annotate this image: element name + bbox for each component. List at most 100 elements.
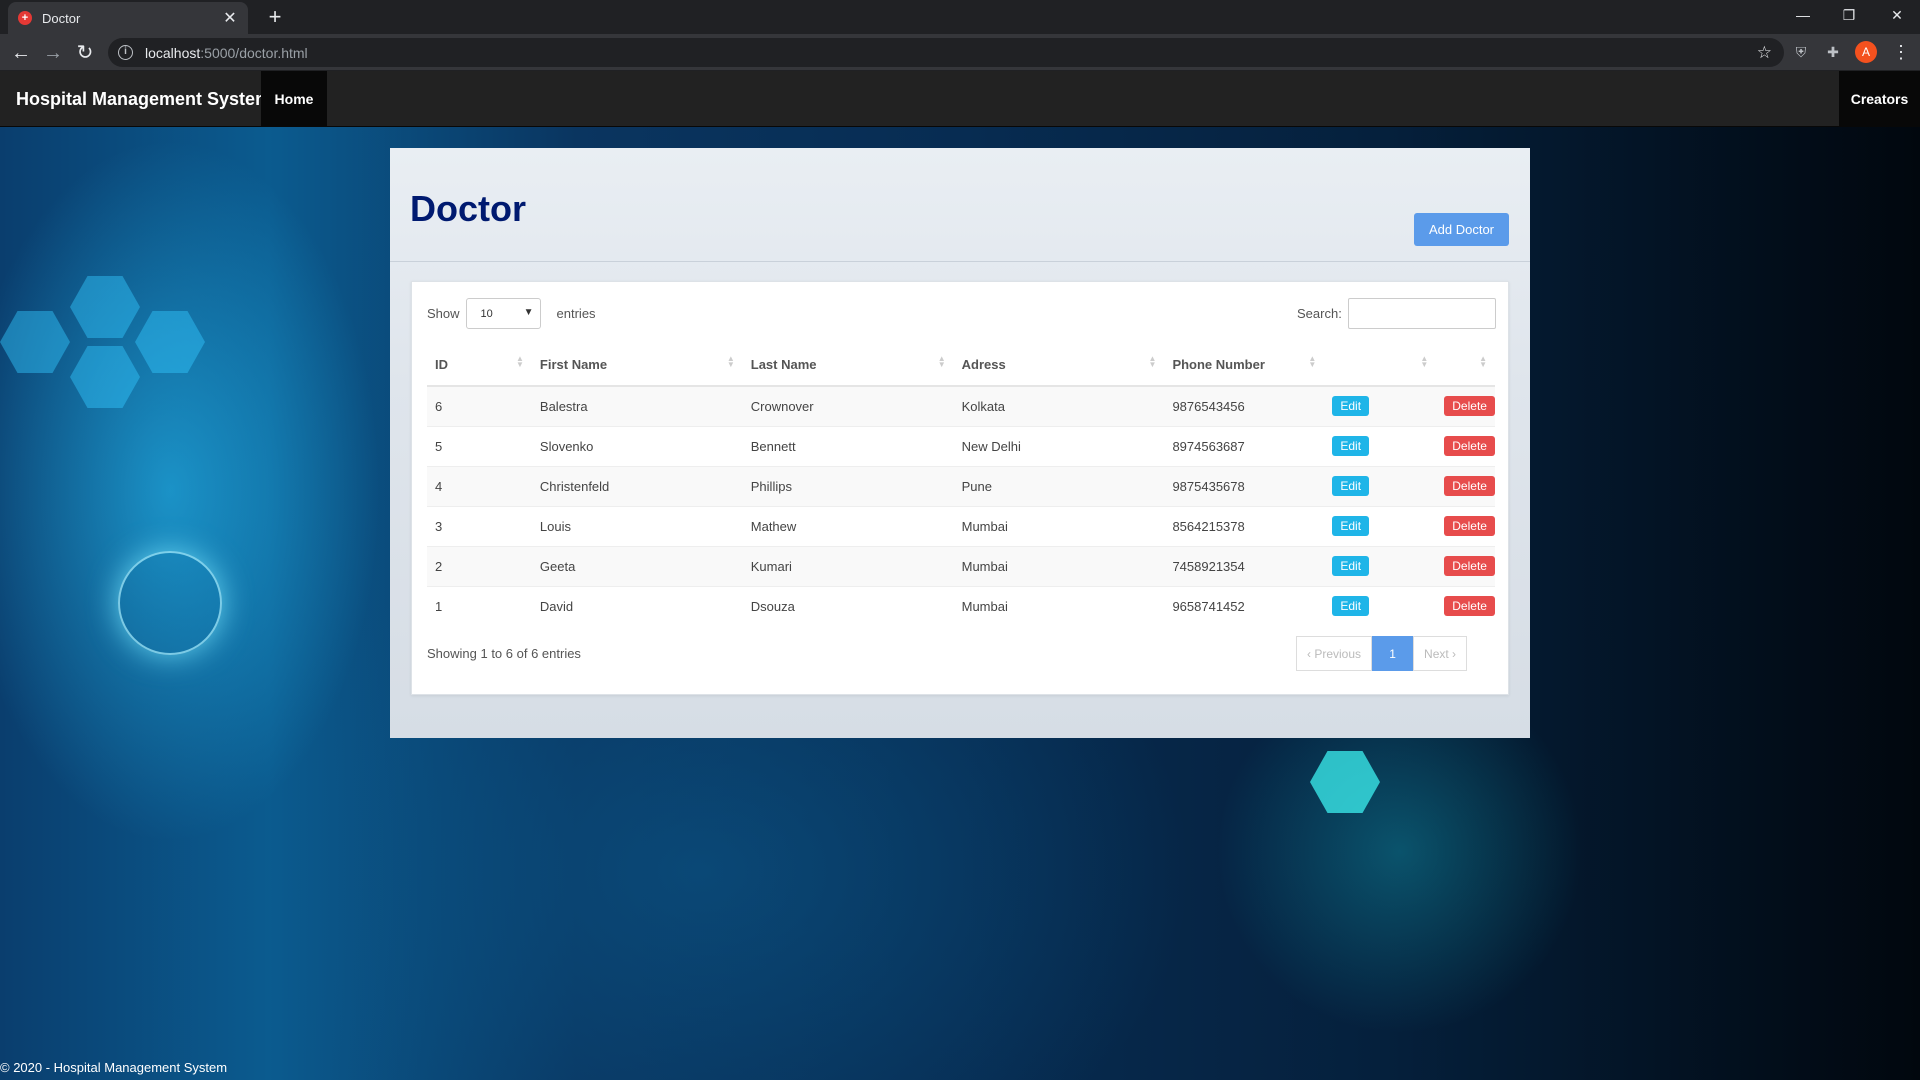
add-doctor-button[interactable]: Add Doctor (1414, 213, 1509, 246)
edit-button[interactable]: Edit (1332, 556, 1370, 576)
page-length-select[interactable]: 10 ▼ (465, 298, 541, 329)
doctor-panel: Doctor Add Doctor Show 10 ▼ entries Sear… (390, 148, 1530, 738)
cell-edit: Edit (1324, 505, 1437, 546)
back-icon[interactable]: ← (8, 40, 34, 66)
cell-id: 1 (427, 585, 532, 626)
cell-edit: Edit (1324, 465, 1437, 506)
table-info: Showing 1 to 6 of 6 entries (427, 646, 581, 661)
column-header-id[interactable]: ID ▲ ▼ (427, 344, 532, 387)
column-header-edit[interactable]: ▲ ▼ (1324, 344, 1437, 387)
new-tab-icon[interactable]: + (262, 4, 288, 30)
edit-button[interactable]: Edit (1332, 436, 1370, 456)
cell-delete: Delete (1436, 545, 1495, 586)
decor-hexagon (0, 311, 70, 373)
edit-button[interactable]: Edit (1332, 596, 1370, 617)
site-info-icon[interactable]: i (118, 45, 133, 60)
next-page-button[interactable]: Next › (1413, 636, 1468, 671)
cell-address: Kolkata (953, 385, 1165, 426)
cell-phone: 8974563687 (1164, 425, 1325, 466)
cell-address: Pune (953, 465, 1165, 506)
delete-button[interactable]: Delete (1444, 516, 1495, 536)
chevron-down-icon: ▼ (523, 307, 534, 318)
footer-text: © 2020 - Hospital Management System (0, 1060, 228, 1075)
url-host: localhost (145, 44, 201, 61)
cell-edit: Edit (1324, 545, 1437, 586)
cell-id: 3 (427, 505, 532, 546)
cell-phone: 9875435678 (1164, 465, 1325, 506)
pagination: ‹ Previous 1 Next › (1296, 636, 1468, 671)
sort-icon: ▲ ▼ (1420, 354, 1429, 369)
browser-menu-icon[interactable]: ⋮ (1892, 40, 1910, 64)
cell-last-name: Crownover (742, 385, 954, 426)
search-label: Search: (1297, 306, 1342, 321)
cell-last-name: Kumari (742, 545, 954, 586)
cell-delete: Delete (1436, 465, 1495, 506)
cell-last-name: Mathew (742, 505, 954, 546)
cell-first-name: Slovenko (531, 425, 743, 466)
forward-icon[interactable]: → (40, 40, 66, 66)
extension-shield-icon[interactable]: ⛨ (1791, 42, 1811, 62)
address-bar[interactable]: i localhost :5000/doctor.html ☆ (108, 38, 1784, 67)
sort-icon: ▲ ▼ (726, 354, 735, 369)
cell-edit: Edit (1324, 425, 1437, 466)
page-length-control: Show 10 ▼ entries (427, 298, 596, 329)
search-input[interactable] (1347, 298, 1496, 329)
delete-button[interactable]: Delete (1444, 596, 1495, 617)
cell-last-name: Dsouza (742, 585, 954, 626)
column-header-address[interactable]: Adress ▲ ▼ (953, 344, 1165, 387)
restore-icon[interactable]: ❐ (1826, 0, 1872, 30)
nav-home[interactable]: Home (261, 71, 327, 127)
table-header-row: ID ▲ ▼ First Name ▲ ▼ Last Name ▲ ▼ Adress ▲ ▼ P… (427, 344, 1495, 387)
edit-button[interactable]: Edit (1332, 516, 1370, 536)
cell-delete: Delete (1436, 385, 1495, 426)
decor-hexagon (135, 311, 205, 373)
column-header-phone[interactable]: Phone Number ▲ ▼ (1164, 344, 1325, 387)
delete-button[interactable]: Delete (1444, 556, 1495, 576)
minimize-icon[interactable]: — (1780, 0, 1826, 30)
edit-button[interactable]: Edit (1332, 476, 1370, 496)
table-row: 3 Louis Mathew Mumbai 8564215378 Edit Delete (427, 505, 1495, 546)
browser-tab[interactable]: + Doctor ✕ (8, 2, 248, 34)
decor-hexagon (70, 346, 140, 408)
cell-id: 5 (427, 425, 532, 466)
sort-icon: ▲ ▼ (1479, 354, 1487, 369)
previous-page-button[interactable]: ‹ Previous (1296, 636, 1373, 671)
table-row: 5 Slovenko Bennett New Delhi 8974563687 Edit D… (427, 425, 1495, 466)
page-title: Doctor (410, 188, 526, 229)
column-header-first-name[interactable]: First Name ▲ ▼ (531, 344, 743, 387)
page-length-value: 10 (480, 307, 493, 320)
brand-link[interactable]: Hospital Management System (0, 71, 287, 127)
tab-close-icon[interactable]: ✕ (222, 8, 238, 28)
table-row: 4 Christenfeld Phillips Pune 9875435678 Edit D… (427, 465, 1495, 506)
table-row: 2 Geeta Kumari Mumbai 7458921354 Edit Delete (427, 545, 1495, 586)
bookmark-star-icon[interactable]: ☆ (1757, 43, 1772, 63)
cell-first-name: David (531, 585, 743, 626)
cell-id: 2 (427, 545, 532, 586)
chevron-right-icon: › (1448, 646, 1457, 661)
column-header-delete[interactable]: ▲ ▼ (1436, 344, 1495, 387)
nav-creators[interactable]: Creators (1839, 71, 1920, 127)
decor-globe (118, 551, 222, 655)
browser-tabstrip: + Doctor ✕ + — ❐ ✕ (0, 0, 1920, 34)
tab-title: Doctor (42, 10, 81, 26)
show-label: Show (427, 306, 460, 321)
cell-delete: Delete (1436, 505, 1495, 546)
delete-button[interactable]: Delete (1444, 396, 1495, 417)
extensions-puzzle-icon[interactable]: ✚ (1823, 42, 1843, 62)
window-close-icon[interactable]: ✕ (1874, 0, 1920, 30)
cell-address: Mumbai (953, 505, 1165, 546)
url-path: :5000/doctor.html (200, 44, 308, 61)
profile-avatar[interactable]: A (1855, 41, 1877, 63)
edit-button[interactable]: Edit (1332, 396, 1370, 417)
delete-button[interactable]: Delete (1444, 436, 1495, 456)
cell-address: Mumbai (953, 545, 1165, 586)
page-1-button[interactable]: 1 (1372, 636, 1414, 671)
table-card: Show 10 ▼ entries Search: ID ▲ ▼ First Nam… (411, 281, 1509, 695)
column-header-last-name[interactable]: Last Name ▲ ▼ (742, 344, 954, 387)
cell-phone: 9658741452 (1164, 585, 1325, 626)
reload-icon[interactable]: ↻ (72, 40, 98, 66)
delete-button[interactable]: Delete (1444, 476, 1495, 496)
search-control: Search: (1297, 298, 1496, 329)
cell-edit: Edit (1324, 585, 1437, 626)
sort-icon: ▲ ▼ (1308, 354, 1317, 369)
